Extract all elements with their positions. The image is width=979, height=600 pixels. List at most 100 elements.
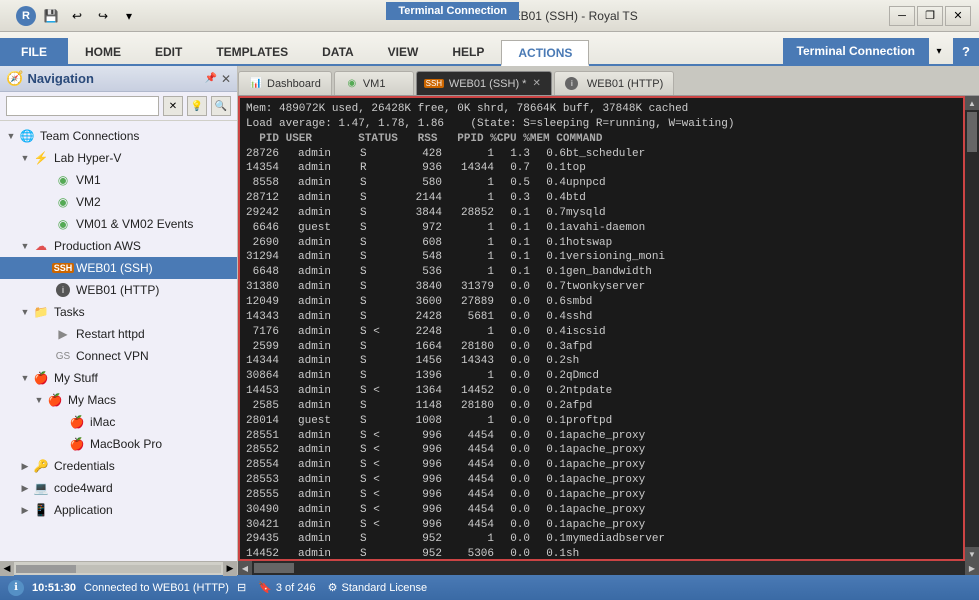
tab-label: VM1 xyxy=(363,78,386,90)
tab-close-button[interactable]: ✕ xyxy=(532,78,540,89)
clear-search-button[interactable]: ✕ xyxy=(163,96,183,116)
tree-item-label: My Macs xyxy=(68,393,116,407)
code4ward-icon: 💻 xyxy=(32,479,50,497)
scroll-right[interactable]: ▶ xyxy=(223,562,237,576)
sidebar-item-web01-ssh[interactable]: SSH WEB01 (SSH) xyxy=(0,257,237,279)
tab-vm1[interactable]: ◉ VM1 xyxy=(334,71,414,95)
nav-scrollbar[interactable]: ◀ ▶ xyxy=(0,561,237,575)
tab-templates[interactable]: TEMPLATES xyxy=(199,38,305,64)
tree-item-label: VM2 xyxy=(76,195,101,209)
tab-web01-http[interactable]: i WEB01 (HTTP) xyxy=(554,71,674,95)
undo-button[interactable]: ↩ xyxy=(66,5,88,27)
process-row: 7176adminS <224810.00.4 iscsid xyxy=(246,325,957,340)
sidebar-item-tasks[interactable]: ▼ 📁 Tasks xyxy=(0,301,237,323)
tab-label: WEB01 (HTTP) xyxy=(587,78,663,90)
terminal-connection-tab[interactable]: Terminal Connection xyxy=(783,38,929,64)
process-row: 6648adminS53610.10.1 gen_bandwidth xyxy=(246,265,957,280)
web01-http-icon: i xyxy=(54,281,72,299)
navigation-icon: 🧭 xyxy=(6,70,23,87)
help-button[interactable]: ? xyxy=(953,38,979,64)
tree-item-label: iMac xyxy=(90,415,115,429)
tab-help[interactable]: HELP xyxy=(435,38,501,64)
qat-overflow[interactable]: ▾ xyxy=(118,5,140,27)
process-row: 28555adminS <99644540.00.1 apache_proxy xyxy=(246,488,957,503)
status-bar: ℹ 10:51:30 Connected to WEB01 (HTTP) ⊟ 🔖… xyxy=(0,575,979,600)
tab-actions[interactable]: ACTIONS xyxy=(501,40,589,66)
scroll-down-button[interactable]: ▼ xyxy=(965,547,979,561)
sidebar-item-imac[interactable]: 🍎 iMac xyxy=(0,411,237,433)
terminal-connection-badge: Terminal Connection xyxy=(386,2,519,20)
expand-arrow: ▼ xyxy=(18,307,32,317)
sidebar-item-application[interactable]: ▶ 📱 Application xyxy=(0,499,237,521)
tab-edit[interactable]: EDIT xyxy=(138,38,199,64)
credentials-icon: 🔑 xyxy=(32,457,50,475)
vm2-icon: ◉ xyxy=(54,193,72,211)
count-text: 3 of 246 xyxy=(276,582,316,594)
pin-button[interactable]: 📌 xyxy=(204,73,216,84)
process-row: 2690adminS60810.10.1 hotswap xyxy=(246,236,957,251)
process-row: 2585adminS1148281800.00.2 afpd xyxy=(246,399,957,414)
expand-arrow: ▼ xyxy=(32,395,46,405)
sidebar-item-my-stuff[interactable]: ▼ 🍎 My Stuff xyxy=(0,367,237,389)
bottom-scroll-left[interactable]: ◀ xyxy=(238,561,252,575)
sidebar-item-connect-vpn[interactable]: GS Connect VPN xyxy=(0,345,237,367)
process-row: 28552adminS <99644540.00.1 apache_proxy xyxy=(246,443,957,458)
tab-file[interactable]: FILE xyxy=(0,38,68,64)
search-options-button[interactable]: 💡 xyxy=(187,96,207,116)
tab-web01-ssh[interactable]: SSH WEB01 (SSH) * ✕ xyxy=(416,71,552,95)
tab-label: Dashboard xyxy=(267,78,321,90)
close-button[interactable]: ✕ xyxy=(945,6,971,26)
sidebar-item-code4ward[interactable]: ▶ 💻 code4ward xyxy=(0,477,237,499)
navigation-tree: ▼ 🌐 Team Connections ▼ ⚡ Lab Hyper-V ◉ V… xyxy=(0,121,237,561)
bottom-scroll-right[interactable]: ▶ xyxy=(965,561,979,575)
license-icon: ⚙ xyxy=(328,581,338,594)
expand-arrow: ▶ xyxy=(18,483,32,494)
redo-button[interactable]: ↪ xyxy=(92,5,114,27)
vm-icon: ◉ xyxy=(345,77,359,91)
sidebar-item-web01-http[interactable]: i WEB01 (HTTP) xyxy=(0,279,237,301)
scroll-left[interactable]: ◀ xyxy=(0,562,14,576)
search-bar: ✕ 💡 🔍 xyxy=(0,92,237,121)
sidebar-item-macbook-pro[interactable]: 🍎 MacBook Pro xyxy=(0,433,237,455)
sidebar-item-lab-hyperv[interactable]: ▼ ⚡ Lab Hyper-V xyxy=(0,147,237,169)
process-row: 28014guestS100810.00.1 proftpd xyxy=(246,414,957,429)
tab-data[interactable]: DATA xyxy=(305,38,371,64)
terminal-scrollbar[interactable]: ▲ ▼ xyxy=(965,96,979,561)
tab-view[interactable]: VIEW xyxy=(371,38,436,64)
tab-label: WEB01 (SSH) * xyxy=(449,78,527,90)
process-row: 28554adminS <99644540.00.1 apache_proxy xyxy=(246,458,957,473)
tab-home[interactable]: HOME xyxy=(68,38,138,64)
save-button[interactable]: 💾 xyxy=(40,5,62,27)
terminal-bottom-scrollbar[interactable]: ◀ ▶ xyxy=(238,561,979,575)
minimize-button[interactable]: ─ xyxy=(889,6,915,26)
sidebar-item-credentials[interactable]: ▶ 🔑 Credentials xyxy=(0,455,237,477)
ribbon-overflow-btn[interactable]: ▾ xyxy=(929,38,949,64)
process-row: 31380adminS3840313790.00.7 twonkyserver xyxy=(246,280,957,295)
scroll-thumb xyxy=(16,565,76,573)
terminal-display[interactable]: Mem: 489072K used, 26428K free, 0K shrd,… xyxy=(238,96,965,561)
search-filter-button[interactable]: 🔍 xyxy=(211,96,231,116)
tab-dashboard[interactable]: 📊 Dashboard xyxy=(238,71,332,95)
sidebar-item-restart-httpd[interactable]: ▶ Restart httpd xyxy=(0,323,237,345)
process-row: 28551adminS <99644540.00.1 apache_proxy xyxy=(246,429,957,444)
expand-arrow: ▼ xyxy=(18,241,32,251)
license-text: Standard License xyxy=(342,582,428,594)
ribbon-extra: Terminal Connection ▾ ? xyxy=(783,38,979,64)
restore-button[interactable]: ❐ xyxy=(917,6,943,26)
nav-close-button[interactable]: ✕ xyxy=(221,72,231,86)
search-input[interactable] xyxy=(6,96,159,116)
sidebar-item-production-aws[interactable]: ▼ ☁ Production AWS xyxy=(0,235,237,257)
process-row: 14344adminS1456143430.00.2 sh xyxy=(246,354,957,369)
sidebar-item-my-macs[interactable]: ▼ 🍎 My Macs xyxy=(0,389,237,411)
expand-arrow: ▶ xyxy=(18,461,32,472)
sidebar-item-vm2[interactable]: ◉ VM2 xyxy=(0,191,237,213)
filter-badge: ⊟ xyxy=(237,581,246,594)
scroll-up-button[interactable]: ▲ xyxy=(965,96,979,110)
mem-line: Mem: 489072K used, 26428K free, 0K shrd,… xyxy=(246,102,957,117)
ribbon: FILE HOME EDIT TEMPLATES DATA VIEW HELP … xyxy=(0,32,979,66)
tree-item-label: Restart httpd xyxy=(76,327,145,341)
sidebar-item-team-connections[interactable]: ▼ 🌐 Team Connections xyxy=(0,125,237,147)
web01-ssh-icon: SSH xyxy=(54,259,72,277)
sidebar-item-vm-events[interactable]: ◉ VM01 & VM02 Events xyxy=(0,213,237,235)
sidebar-item-vm1[interactable]: ◉ VM1 xyxy=(0,169,237,191)
